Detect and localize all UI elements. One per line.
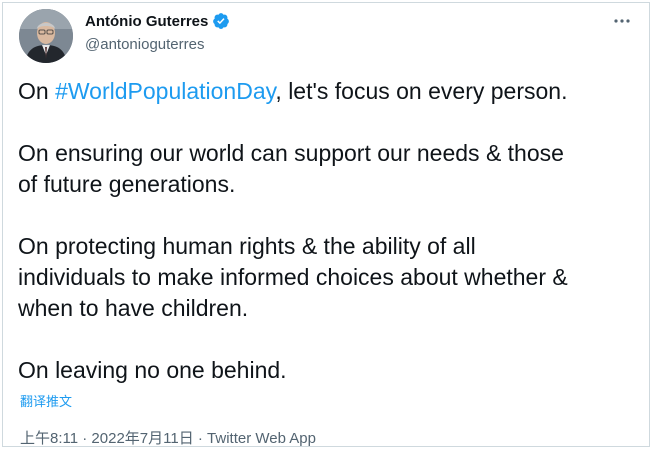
tweet-card: António Guterres @antonioguterres On #Wo…	[2, 2, 650, 447]
tweet-text: On #WorldPopulationDay, let's focus on e…	[18, 76, 638, 386]
avatar-portrait-icon	[19, 9, 73, 63]
tweet-timestamp[interactable]: 上午8:11 · 2022年7月11日 · Twitter Web App	[20, 427, 316, 448]
author-name-row[interactable]: António Guterres	[85, 12, 230, 30]
translate-tweet-link[interactable]: 翻译推文	[20, 391, 72, 410]
tweet-paragraph: On protecting human rights & the ability…	[18, 231, 638, 324]
tweet-text-segment: , let's focus on every person.	[275, 78, 568, 104]
author-name[interactable]: António Guterres	[85, 13, 208, 30]
tweet-text-segment: On	[18, 78, 56, 104]
tweet-text-line: On protecting human rights & the ability…	[18, 233, 476, 259]
tweet-text-line: when to have children.	[18, 295, 249, 321]
hashtag-link[interactable]: #WorldPopulationDay	[55, 78, 275, 104]
tweet-paragraph: On leaving no one behind.	[18, 355, 638, 386]
tweet-text-line: of future generations.	[18, 171, 236, 197]
tweet-paragraph: On ensuring our world can support our ne…	[18, 138, 638, 200]
tweet-paragraph: On #WorldPopulationDay, let's focus on e…	[18, 76, 638, 107]
verified-badge-icon	[212, 12, 230, 30]
tweet-text-line: On ensuring our world can support our ne…	[18, 140, 564, 166]
tweet-text-line: individuals to make informed choices abo…	[18, 264, 568, 290]
avatar[interactable]	[19, 9, 73, 63]
author-handle[interactable]: @antonioguterres	[85, 36, 204, 53]
more-options-button[interactable]	[607, 9, 637, 33]
tweet-text-line: On leaving no one behind.	[18, 357, 287, 383]
more-horizontal-icon	[614, 19, 630, 23]
